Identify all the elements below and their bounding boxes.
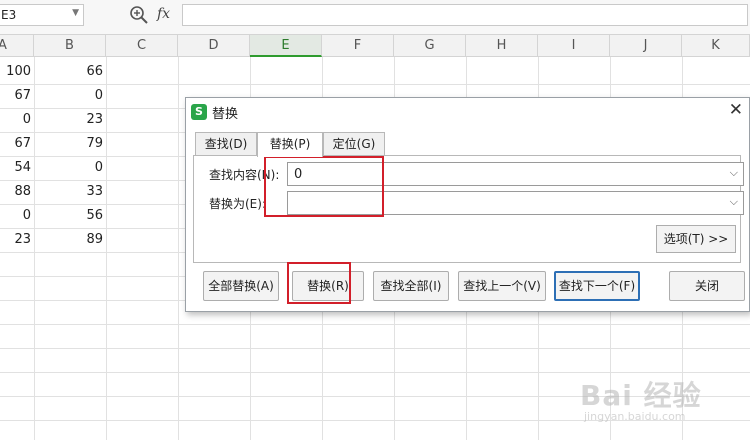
find-all-button[interactable]: 查找全部(I) xyxy=(373,271,449,301)
cell-a5[interactable]: 54 xyxy=(0,158,31,178)
grid-line xyxy=(0,372,750,373)
replace-all-button[interactable]: 全部替换(A) xyxy=(203,271,279,301)
cell-b5[interactable]: 0 xyxy=(41,158,103,178)
column-header-j[interactable]: J xyxy=(610,35,682,57)
cell-b4[interactable]: 79 xyxy=(41,134,103,154)
watermark-sub: jingyan.baidu.com xyxy=(584,410,686,423)
column-header-c[interactable]: C xyxy=(106,35,178,57)
column-header-a[interactable]: A xyxy=(0,35,34,57)
name-box-value: E3 xyxy=(1,8,17,22)
grid-line xyxy=(0,324,750,325)
dialog-title: 替换 xyxy=(212,107,239,122)
grid-line xyxy=(34,57,35,440)
column-header-f[interactable]: F xyxy=(322,35,394,57)
chevron-down-icon[interactable]: ⌵ xyxy=(730,166,738,180)
cell-a6[interactable]: 88 xyxy=(0,182,31,202)
cell-a7[interactable]: 0 xyxy=(0,206,31,226)
replace-input[interactable]: ⌵ xyxy=(287,191,744,215)
column-header-b[interactable]: B xyxy=(34,35,106,57)
grid-line xyxy=(178,57,179,440)
tab-replace[interactable]: 替换(P) xyxy=(257,132,323,157)
column-header-h[interactable]: H xyxy=(466,35,538,57)
fx-icon[interactable]: fx xyxy=(157,6,170,22)
cell-b3[interactable]: 23 xyxy=(41,110,103,130)
find-next-button[interactable]: 查找下一个(F) xyxy=(554,271,640,301)
find-prev-button[interactable]: 查找上一个(V) xyxy=(458,271,546,301)
cell-b1[interactable]: 66 xyxy=(41,62,103,82)
replace-button[interactable]: 替换(R) xyxy=(292,271,364,301)
find-value: 0 xyxy=(294,167,303,182)
cell-b7[interactable]: 56 xyxy=(41,206,103,226)
name-box[interactable]: E3 ▼ xyxy=(0,4,84,26)
tab-goto[interactable]: 定位(G) xyxy=(323,132,385,156)
column-header-d[interactable]: D xyxy=(178,35,250,57)
grid-line xyxy=(106,57,107,440)
formula-input[interactable] xyxy=(182,4,748,26)
grid-line xyxy=(0,84,750,85)
chevron-down-icon[interactable]: ⌵ xyxy=(730,195,738,209)
cell-a3[interactable]: 0 xyxy=(0,110,31,130)
replace-label: 替换为(E): xyxy=(209,197,266,211)
cell-b2[interactable]: 0 xyxy=(41,86,103,106)
find-label: 查找内容(N): xyxy=(209,168,280,182)
close-icon[interactable]: ✕ xyxy=(729,100,743,120)
baidu-watermark: Bai 经验 jingyan.baidu.com xyxy=(572,374,742,434)
column-header-label: A xyxy=(0,38,7,53)
column-header-i[interactable]: I xyxy=(538,35,610,57)
column-header-k[interactable]: K xyxy=(682,35,750,57)
options-button[interactable]: 选项(T) >> xyxy=(656,225,736,253)
cell-b6[interactable]: 33 xyxy=(41,182,103,202)
cell-a8[interactable]: 23 xyxy=(0,230,31,250)
wps-app-icon: S xyxy=(191,104,207,120)
column-header-g[interactable]: G xyxy=(394,35,466,57)
cell-b8[interactable]: 89 xyxy=(41,230,103,250)
zoom-icon[interactable] xyxy=(129,5,149,25)
cell-a2[interactable]: 67 xyxy=(0,86,31,106)
find-input[interactable]: 0 ⌵ xyxy=(287,162,744,186)
tab-find[interactable]: 查找(D) xyxy=(195,132,257,156)
chevron-down-icon[interactable]: ▼ xyxy=(72,8,79,18)
cell-a1[interactable]: 100 xyxy=(0,62,31,82)
replace-dialog: S 替换 ✕ 查找(D) 替换(P) 定位(G) 查找内容(N): 0 ⌵ 替换… xyxy=(185,97,750,312)
grid-line xyxy=(0,348,750,349)
close-button[interactable]: 关闭 xyxy=(669,271,745,301)
cell-a4[interactable]: 67 xyxy=(0,134,31,154)
watermark-main: Bai 经验 xyxy=(580,379,702,412)
formula-bar: E3 ▼ fx xyxy=(0,0,750,35)
column-header-e[interactable]: E xyxy=(250,35,322,57)
